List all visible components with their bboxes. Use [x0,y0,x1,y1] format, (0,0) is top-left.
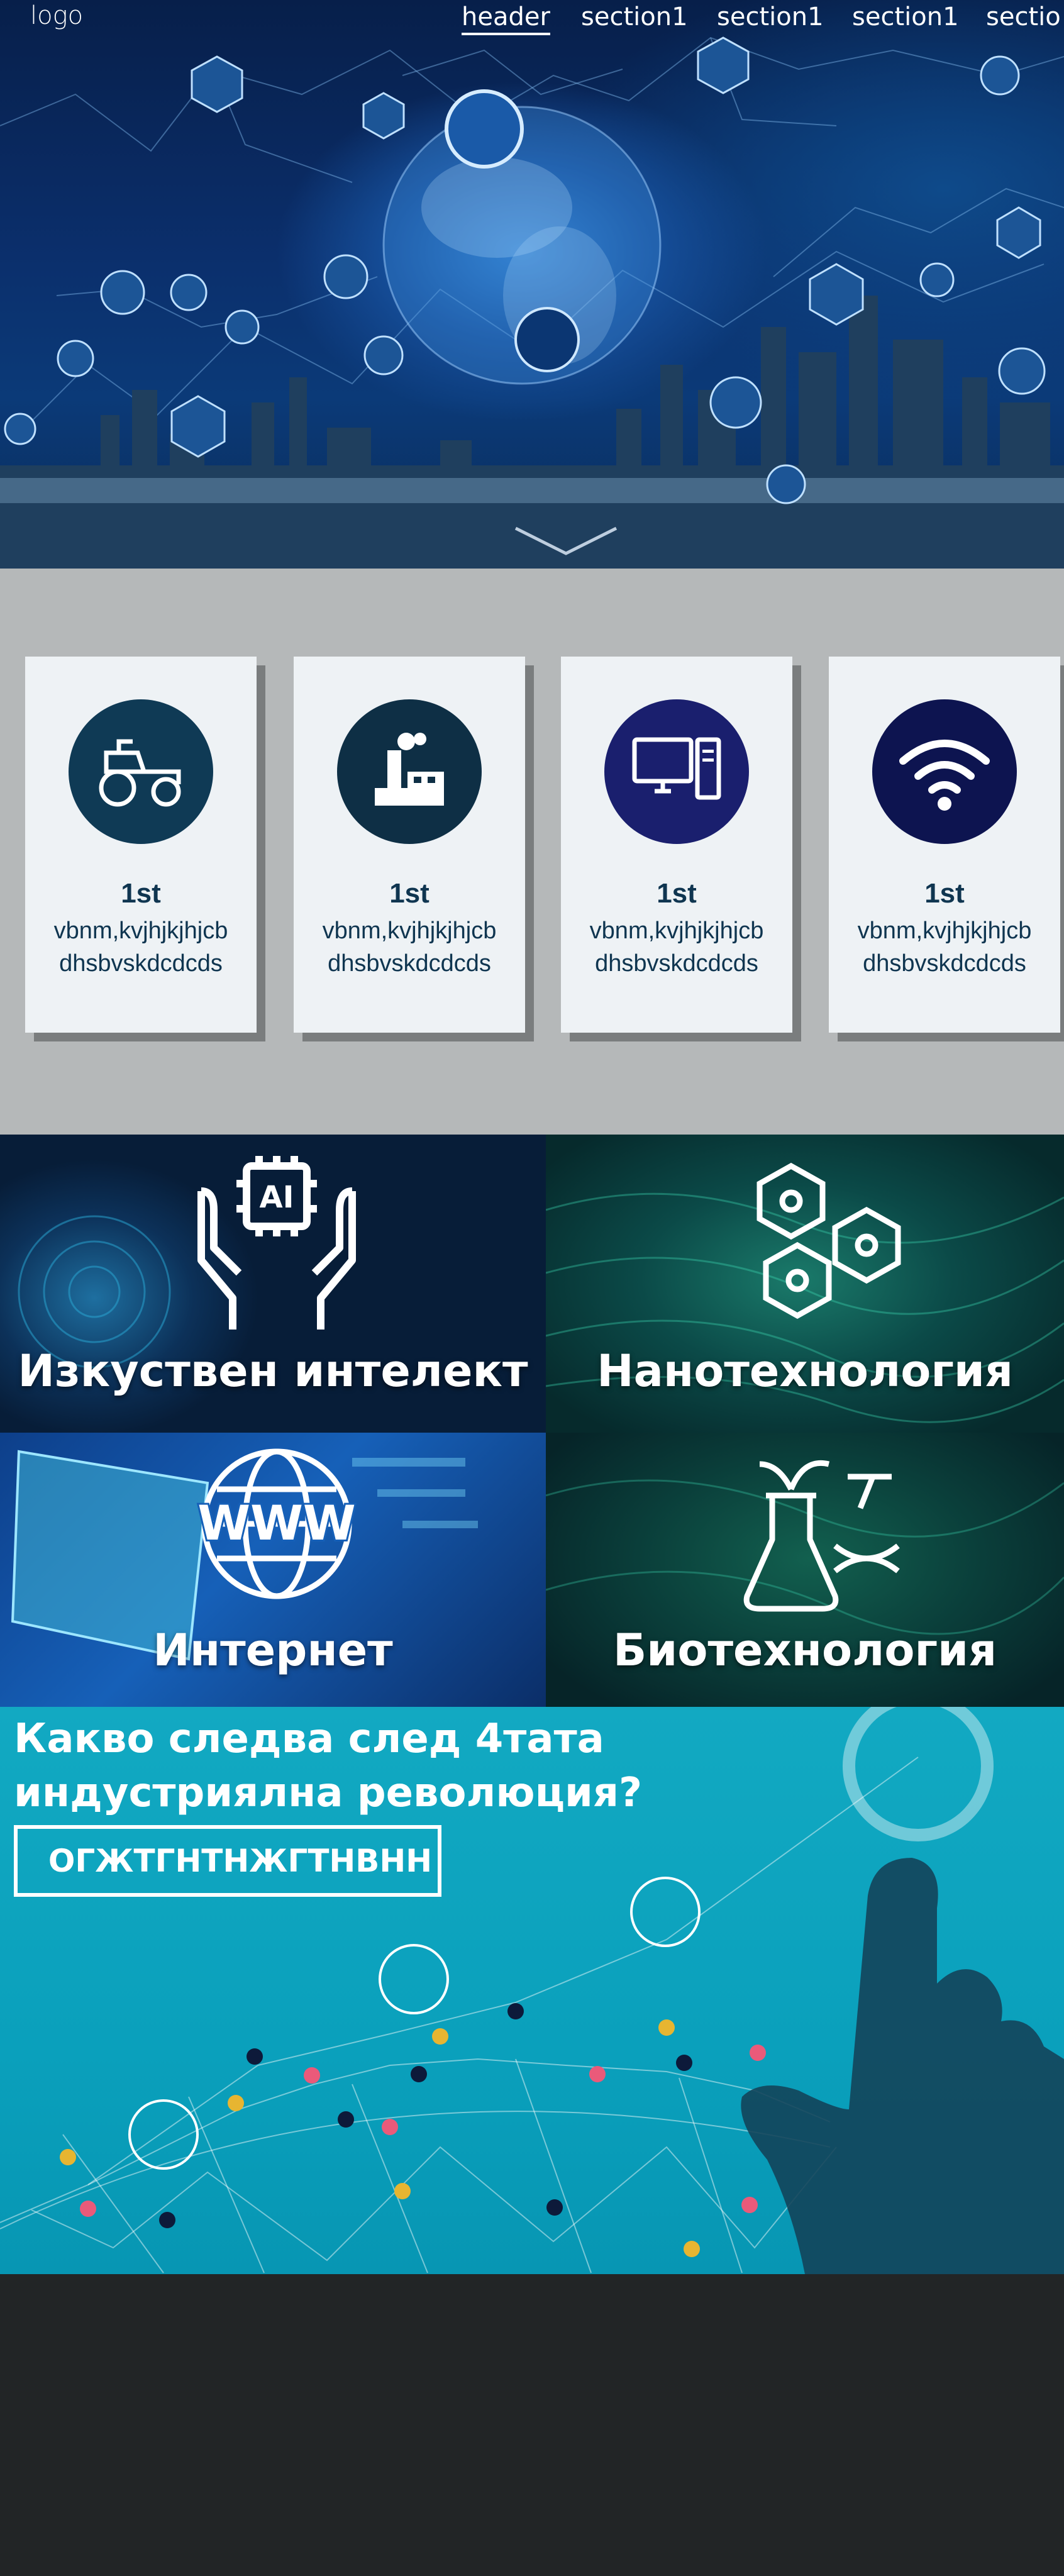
www-globe-icon: WWW [196,1448,358,1599]
feature-card-title: 1st [657,878,697,909]
feature-card-line1: vbnm,kvjhjkjhjcb [589,918,764,944]
top-navigation: logo header section1 section1 section1 s… [0,0,1064,38]
feature-card-text: vbnm,kvjhjkjhjcb dhsbvskdcdcds [294,914,525,980]
cta-button[interactable]: ОГЖТГНТНЖГТНВНН [14,1825,441,1897]
tile-artificial-intelligence[interactable]: AI Изкуствен интелект [0,1135,546,1433]
molecule-hexagon-icon [756,1162,901,1319]
wifi-icon [872,699,1017,844]
features-section: 1st vbnm,kvjhjkjhjcb dhsbvskdcdcds 1st v… [0,569,1064,1135]
svg-text:AI: AI [259,1180,294,1215]
tile-nanotechnology[interactable]: Нанотехнология [546,1135,1064,1433]
feature-card-2: 1st vbnm,kvjhjkjhjcb dhsbvskdcdcds [294,657,525,1033]
feature-card-1: 1st vbnm,kvjhjkjhjcb dhsbvskdcdcds [25,657,257,1033]
feature-card-line1: vbnm,kvjhjkjhjcb [857,918,1032,944]
tile-biotechnology[interactable]: Биотехнология [546,1433,1064,1707]
flask-dna-icon [743,1460,900,1612]
desktop-computer-icon [604,699,749,844]
tractor-icon [69,699,213,844]
feature-card-line2: dhsbvskdcdcds [595,950,758,977]
technology-tiles: AI Изкуствен интелект Нанотехнология WWW… [0,1135,1064,1707]
nav-link-section-partial[interactable]: sectio [986,3,1061,31]
feature-card-title: 1st [389,878,429,909]
nav-link-header[interactable]: header [462,3,550,35]
feature-card-line1: vbnm,kvjhjkjhjcb [53,918,228,944]
tile-label: Интернет [153,1624,393,1676]
ai-hands-icon: AI [197,1156,356,1330]
feature-card-title: 1st [924,878,965,909]
factory-icon [337,699,482,844]
feature-card-line2: dhsbvskdcdcds [59,950,223,977]
feature-card-3: 1st vbnm,kvjhjkjhjcb dhsbvskdcdcds [561,657,792,1033]
feature-card-text: vbnm,kvjhjkjhjcb dhsbvskdcdcds [829,914,1060,980]
banner-heading: Какво следва след 4тата индустриялна рев… [14,1716,643,1816]
tile-label: Изкуствен интелект [18,1345,528,1397]
feature-card-line2: dhsbvskdcdcds [328,950,491,977]
feature-card-line1: vbnm,kvjhjkjhjcb [322,918,497,944]
footer [0,2274,1064,2576]
feature-card-4: 1st vbnm,kvjhjkjhjcb dhsbvskdcdcds [829,657,1060,1033]
feature-card-title: 1st [121,878,161,909]
feature-card-text: vbnm,kvjhjkjhjcb dhsbvskdcdcds [561,914,792,980]
tile-label: Нанотехнология [597,1345,1013,1397]
feature-card-text: vbnm,kvjhjkjhjcb dhsbvskdcdcds [25,914,257,980]
svg-text:WWW: WWW [197,1495,356,1551]
nav-link-section1-a[interactable]: section1 [581,3,688,31]
hero-section: logo header section1 section1 section1 s… [0,0,1064,569]
nav-link-section1-c[interactable]: section1 [852,3,959,31]
nav-link-section1-b[interactable]: section1 [717,3,824,31]
tile-label: Биотехнология [612,1624,997,1676]
tile-internet[interactable]: WWW Интернет [0,1433,546,1707]
cta-banner: Какво следва след 4тата индустриялна рев… [0,1707,1064,2274]
hero-background-illustration [0,36,1064,569]
logo[interactable]: logo [30,1,83,30]
feature-card-line2: dhsbvskdcdcds [863,950,1026,977]
